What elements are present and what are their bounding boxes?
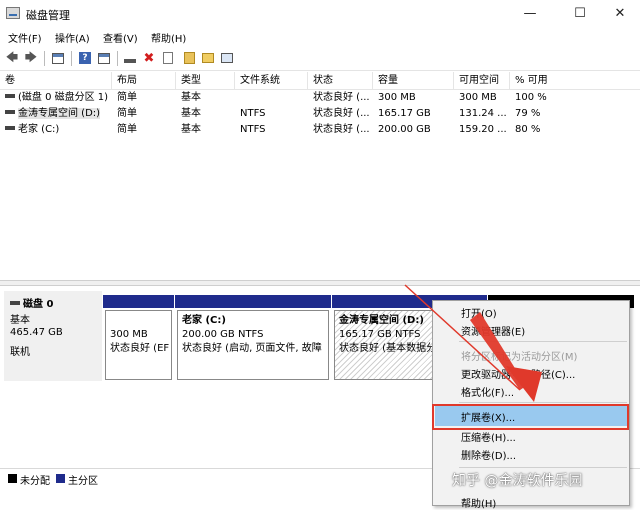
highlight-box [432, 404, 629, 430]
arrow-thin-line [404, 284, 521, 391]
annotation-arrow [404, 284, 542, 402]
arrow-head [506, 366, 542, 402]
watermark: 知乎 @金涛软件乐园 [452, 473, 583, 489]
